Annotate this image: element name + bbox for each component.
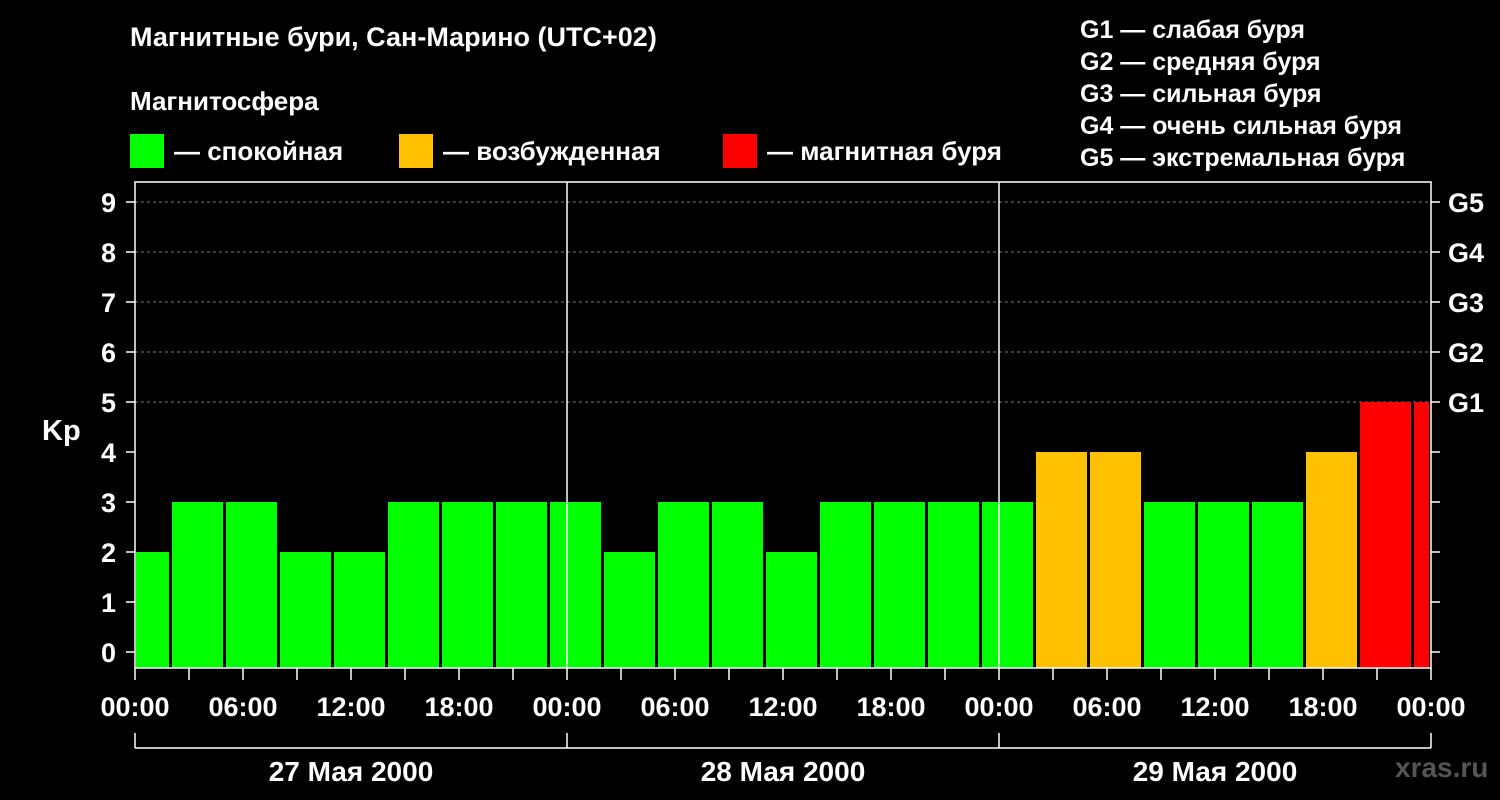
kp-bar-8: [550, 502, 601, 668]
x-tick-label: 18:00: [424, 692, 493, 722]
x-tick-label: 00:00: [100, 692, 169, 722]
y-tick-label: 7: [101, 288, 116, 318]
x-tick-label: 00:00: [532, 692, 601, 722]
y-tick-label: 1: [101, 588, 116, 618]
y-tick-label: 3: [101, 488, 116, 518]
kp-bar-22: [1306, 452, 1357, 668]
kp-bar-24: [1414, 402, 1429, 668]
kp-bar-15: [928, 502, 979, 668]
x-tick-label: 06:00: [1072, 692, 1141, 722]
y-tick-label: 4: [101, 438, 116, 468]
kp-bar-10: [658, 502, 709, 668]
kp-bar-6: [442, 502, 493, 668]
kp-bar-5: [388, 502, 439, 668]
kp-bar-21: [1252, 502, 1303, 668]
x-tick-label: 06:00: [208, 692, 277, 722]
kp-bar-17: [1036, 452, 1087, 668]
g-axis-label: G2: [1448, 338, 1484, 368]
y-tick-label: 6: [101, 338, 116, 368]
kp-bar-4: [334, 552, 385, 668]
x-tick-label: 18:00: [1288, 692, 1357, 722]
y-tick-label: 5: [101, 388, 116, 418]
kp-bar-18: [1090, 452, 1141, 668]
x-tick-label: 18:00: [856, 692, 925, 722]
kp-bar-13: [820, 502, 871, 668]
g-axis-label: G4: [1448, 238, 1484, 268]
y-tick-label: 8: [101, 238, 116, 268]
day-label: 28 Мая 2000: [701, 756, 866, 787]
kp-bar-2: [226, 502, 277, 668]
x-tick-label: 00:00: [964, 692, 1033, 722]
y-tick-label: 0: [101, 638, 116, 668]
y-axis-label: Kp: [42, 415, 81, 447]
kp-bar-23: [1360, 402, 1411, 668]
g-axis-label: G3: [1448, 288, 1484, 318]
kp-bar-7: [496, 502, 547, 668]
y-tick-label: 9: [101, 188, 116, 218]
kp-bar-14: [874, 502, 925, 668]
day-label: 29 Мая 2000: [1133, 756, 1298, 787]
g-axis-label: G5: [1448, 188, 1484, 218]
kp-bar-11: [712, 502, 763, 668]
watermark: xras.ru: [1395, 752, 1489, 783]
day-label: 27 Мая 2000: [269, 756, 434, 787]
x-tick-label: 06:00: [640, 692, 709, 722]
g-axis-label: G1: [1448, 388, 1484, 418]
kp-bar-3: [280, 552, 331, 668]
y-tick-label: 2: [101, 538, 116, 568]
x-tick-label: 12:00: [748, 692, 817, 722]
kp-bar-chart: 0 1 2 3 4 5 6 7 8 9 Kp G1 G2 G3 G4 G5 00:00 06:00 12:00 18:…: [42, 181, 1484, 787]
kp-bar-12: [766, 552, 817, 668]
x-tick-label: 12:00: [316, 692, 385, 722]
kp-bar-19: [1144, 502, 1195, 668]
kp-bar-1: [172, 502, 223, 668]
kp-bar-20: [1198, 502, 1249, 668]
kp-bar-0: [136, 552, 169, 668]
x-tick-label: 00:00: [1396, 692, 1465, 722]
kp-bar-9: [604, 552, 655, 668]
x-tick-label: 12:00: [1180, 692, 1249, 722]
kp-bar-16: [982, 502, 1033, 668]
